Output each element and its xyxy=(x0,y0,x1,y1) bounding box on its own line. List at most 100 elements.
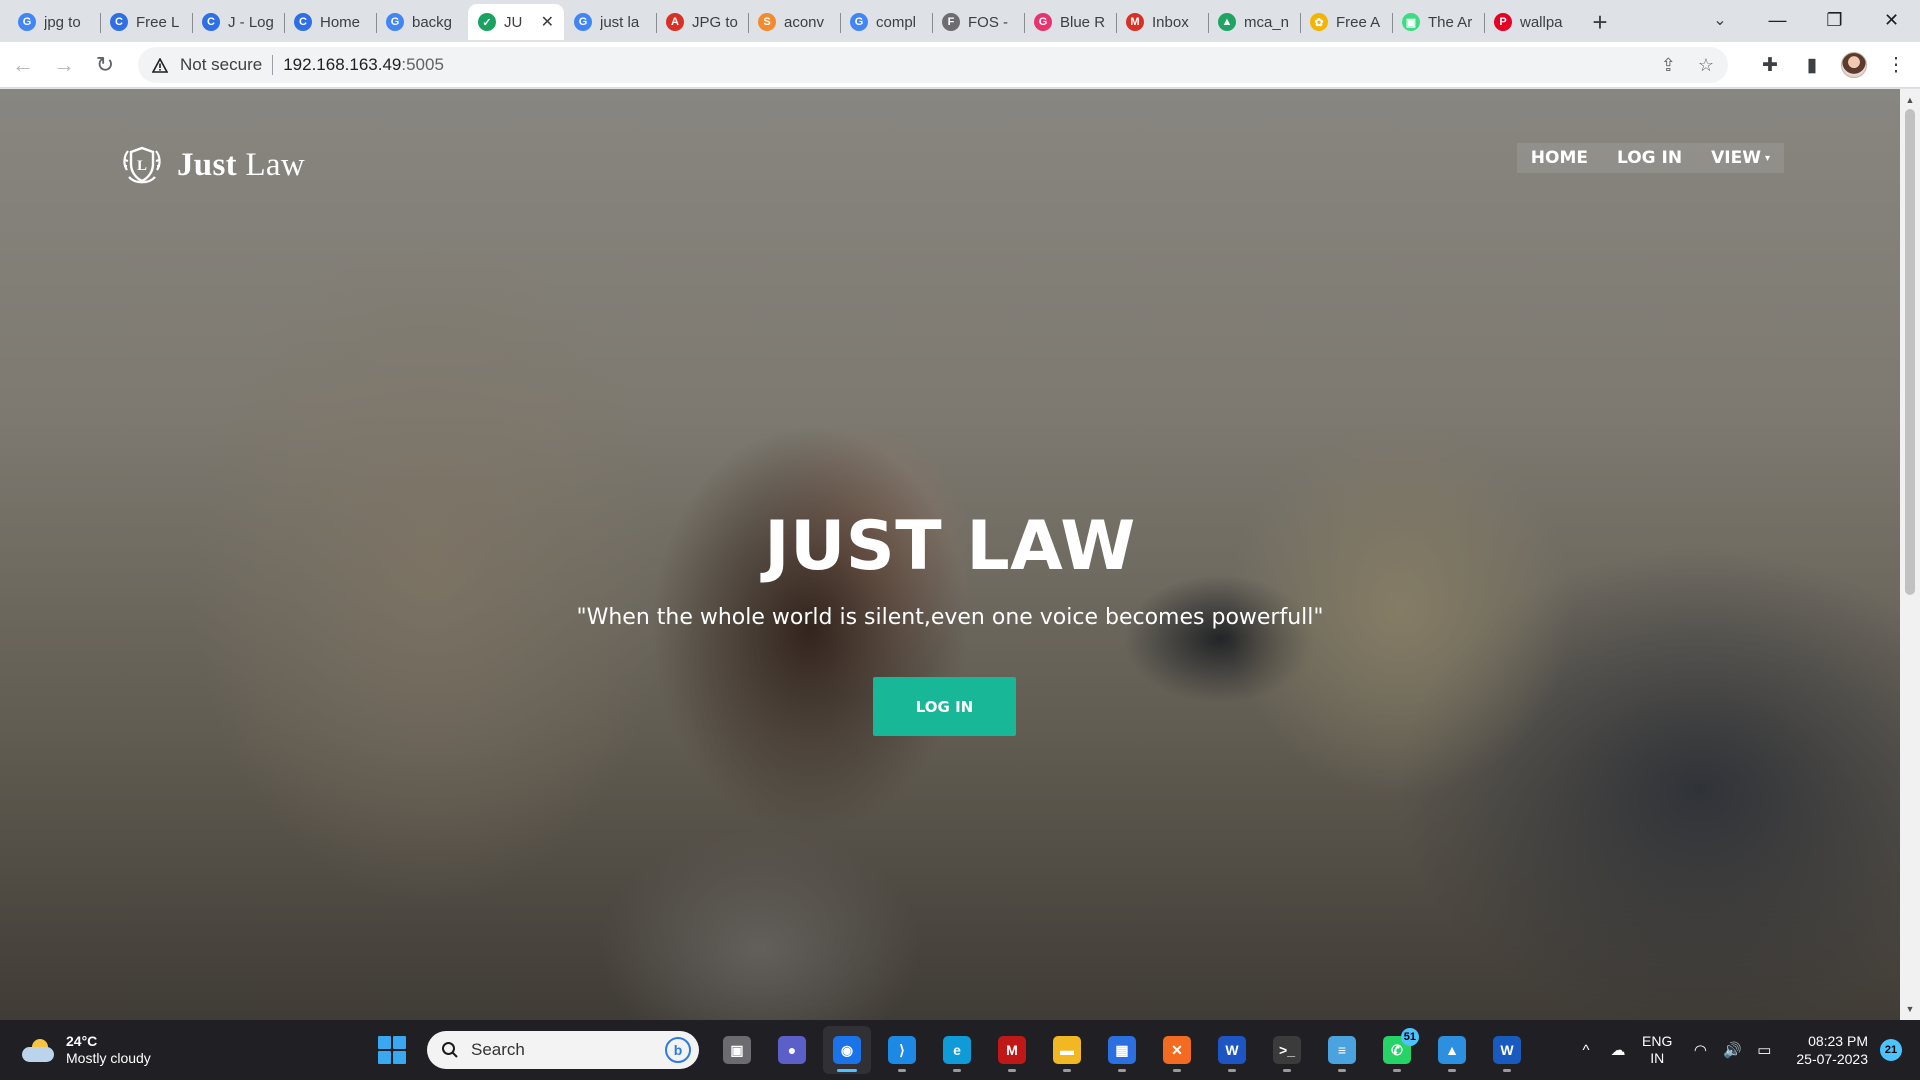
forward-button[interactable]: → xyxy=(46,47,82,83)
close-window-button[interactable]: ✕ xyxy=(1863,0,1920,40)
taskbar-app[interactable]: ✕ xyxy=(1153,1026,1201,1074)
tab-title[interactable]: JU xyxy=(504,14,537,31)
taskbar-app[interactable]: W xyxy=(1208,1026,1256,1074)
browser-tab[interactable]: Gjust la xyxy=(564,4,656,40)
new-tab-button[interactable]: + xyxy=(1580,4,1620,40)
clock-date: 25-07-2023 xyxy=(1796,1051,1868,1067)
taskbar-app[interactable]: ▲ xyxy=(1428,1026,1476,1074)
windows-logo-icon xyxy=(378,1036,391,1049)
scroll-up-arrow-icon[interactable]: ▲ xyxy=(1900,91,1920,109)
onedrive-icon[interactable]: ☁ xyxy=(1604,1036,1632,1064)
taskbar-app[interactable]: ▦ xyxy=(1098,1026,1146,1074)
browser-tab[interactable]: C J - Log xyxy=(192,4,284,40)
xampp-icon: ✕ xyxy=(1163,1036,1191,1064)
browser-tab[interactable]: Gjpg to xyxy=(8,4,100,40)
language-code: ENG xyxy=(1642,1032,1673,1049)
tab-list: Gjpg to C Free L C J - Log C Home Gbackg ✓ JU ✕ Gju… xyxy=(8,4,1620,42)
address-bar[interactable]: Not secure 192.168.163.49 :5005 ⇪ ☆ xyxy=(138,47,1728,83)
browser-tab[interactable]: M Inbox xyxy=(1116,4,1208,40)
taskbar-app[interactable]: ● xyxy=(768,1026,816,1074)
tab-title[interactable]: mca_n xyxy=(1244,14,1290,31)
extensions-icon[interactable]: ✚ xyxy=(1756,51,1784,79)
browser-tab[interactable]: C Home xyxy=(284,4,376,40)
tab-title[interactable]: aconv xyxy=(784,14,830,31)
taskbar-app[interactable]: e xyxy=(933,1026,981,1074)
browser-tab[interactable]: Gcompl xyxy=(840,4,932,40)
tab-title[interactable]: Home xyxy=(320,14,366,31)
tab-title[interactable]: backg xyxy=(412,14,458,31)
tab-title[interactable]: just la xyxy=(600,14,646,31)
tab-title[interactable]: compl xyxy=(876,14,922,31)
language-indicator[interactable]: ENG IN xyxy=(1642,1033,1672,1068)
profile-avatar[interactable] xyxy=(1840,51,1868,79)
tray-overflow-chevron-icon[interactable]: ^ xyxy=(1572,1036,1600,1064)
window-controls: — ❐ ✕ xyxy=(1749,0,1920,40)
tab-search-icon[interactable]: ⌄ xyxy=(1706,8,1734,32)
tab-title[interactable]: Blue R xyxy=(1060,14,1106,31)
hero-login-button[interactable]: LOG IN xyxy=(873,677,1016,736)
windows-logo-icon xyxy=(393,1051,406,1064)
restore-button[interactable]: ❐ xyxy=(1806,0,1863,40)
hero-quote: "When the whole world is silent,even one… xyxy=(576,605,1324,630)
back-button[interactable]: ← xyxy=(5,47,41,83)
browser-tab[interactable]: G Blue R xyxy=(1024,4,1116,40)
battery-icon[interactable]: ▭ xyxy=(1750,1036,1778,1064)
side-panel-icon[interactable]: ▮ xyxy=(1798,51,1826,79)
tab-title[interactable]: Inbox xyxy=(1152,14,1198,31)
browser-tab[interactable]: ▣ The Ar xyxy=(1392,4,1484,40)
tab-title[interactable]: JPG to xyxy=(692,14,738,31)
bookmark-star-icon[interactable]: ☆ xyxy=(1698,55,1714,76)
browser-tab[interactable]: Saconv xyxy=(748,4,840,40)
bing-icon[interactable]: b xyxy=(665,1037,691,1063)
browser-tab[interactable]: ▲ mca_n xyxy=(1208,4,1300,40)
taskbar-app[interactable]: ◉ xyxy=(823,1026,871,1074)
weather-widget[interactable]: 24°C Mostly cloudy xyxy=(22,1029,151,1071)
taskbar-search[interactable]: Search b xyxy=(427,1031,699,1069)
volume-icon[interactable]: 🔊 xyxy=(1718,1036,1746,1064)
tab-title[interactable]: FOS - xyxy=(968,14,1014,31)
taskbar-app[interactable]: M xyxy=(988,1026,1036,1074)
tab-title[interactable]: Free A xyxy=(1336,14,1382,31)
taskbar-app[interactable]: ▣ xyxy=(713,1026,761,1074)
browser-tab[interactable]: Pwallpa xyxy=(1484,4,1576,40)
browser-tab[interactable]: ✓ JU ✕ xyxy=(468,4,564,40)
avatar[interactable] xyxy=(1841,52,1867,78)
browser-tab[interactable]: C Free L xyxy=(100,4,192,40)
taskbar-app[interactable]: W xyxy=(1483,1026,1531,1074)
chrome-icon: ◉ xyxy=(833,1036,861,1064)
taskbar-app[interactable]: >_ xyxy=(1263,1026,1311,1074)
share-icon[interactable]: ⇪ xyxy=(1661,55,1676,76)
url-port[interactable]: :5005 xyxy=(401,55,444,75)
tab-title[interactable]: The Ar xyxy=(1428,14,1474,31)
tab-title[interactable]: wallpa xyxy=(1520,14,1566,31)
page-scrollbar[interactable]: ▲ ▼ xyxy=(1900,89,1920,1020)
wifi-icon[interactable]: ◠ xyxy=(1686,1036,1714,1064)
minimize-button[interactable]: — xyxy=(1749,0,1806,40)
taskbar-app[interactable]: ▬ xyxy=(1043,1026,1091,1074)
wordpad-icon: W xyxy=(1218,1036,1246,1064)
taskbar-app[interactable]: ✆ 51 xyxy=(1373,1026,1421,1074)
scrollbar-thumb[interactable] xyxy=(1905,109,1915,595)
warning-icon[interactable] xyxy=(152,57,168,73)
browser-tab[interactable]: Gbackg xyxy=(376,4,468,40)
tab-title[interactable]: J - Log xyxy=(228,14,274,31)
start-button[interactable] xyxy=(370,1028,414,1072)
security-label[interactable]: Not secure xyxy=(180,55,262,75)
close-tab-icon[interactable]: ✕ xyxy=(541,12,554,32)
browser-menu-icon[interactable]: ⋮ xyxy=(1882,51,1910,79)
tab-title[interactable]: jpg to xyxy=(44,14,90,31)
weather-temp: 24°C xyxy=(66,1032,98,1049)
reload-button[interactable]: ↻ xyxy=(87,47,123,83)
taskbar-app[interactable]: ≡ xyxy=(1318,1026,1366,1074)
browser-tab[interactable]: A JPG to xyxy=(656,4,748,40)
running-indicator xyxy=(1503,1069,1511,1072)
browser-tab[interactable]: F FOS - xyxy=(932,4,1024,40)
windows-taskbar: 24°C Mostly cloudy Search b ▣ ● ◉ ⟩ e M ▬ ▦ ✕ W >_… xyxy=(0,1020,1920,1080)
browser-tab[interactable]: ✿ Free A xyxy=(1300,4,1392,40)
url-host[interactable]: 192.168.163.49 xyxy=(283,55,401,75)
clock[interactable]: 08:23 PM 25-07-2023 xyxy=(1796,1032,1868,1068)
notification-count-badge[interactable]: 21 xyxy=(1880,1039,1902,1061)
tab-title[interactable]: Free L xyxy=(136,14,182,31)
taskbar-app[interactable]: ⟩ xyxy=(878,1026,926,1074)
scroll-down-arrow-icon[interactable]: ▼ xyxy=(1900,1000,1920,1018)
